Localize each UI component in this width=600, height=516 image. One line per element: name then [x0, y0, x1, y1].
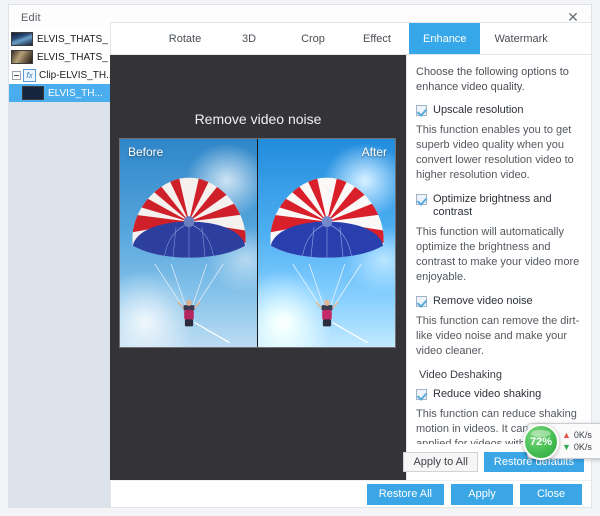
dialog-button-bar: Restore All Apply Close: [110, 480, 592, 508]
download-speed-row: ▼ 0K/s: [562, 442, 592, 453]
upscale-resolution-description: This function enables you to get superb …: [416, 123, 582, 183]
media-tree-panel[interactable]: ELVIS_THATS_ ELVIS_THATS_ fx Clip-ELVIS_…: [8, 30, 118, 508]
tree-item-video-2[interactable]: ELVIS_THATS_: [9, 48, 117, 66]
tab-3d[interactable]: 3D: [217, 23, 281, 54]
tree-item-label: Clip-ELVIS_TH..: [39, 70, 112, 81]
speed-rows: ▲ 0K/s ▼ 0K/s: [562, 430, 592, 453]
tree-item-clip-child[interactable]: ELVIS_TH...: [9, 84, 117, 102]
checkbox-label: Optimize brightness and contrast: [433, 193, 582, 219]
edit-tabs: Rotate 3D Crop Effect Enhance Watermark: [110, 22, 592, 55]
arrow-up-icon: ▲: [562, 431, 571, 440]
checkbox-checked-icon[interactable]: [416, 296, 427, 307]
parachute-canopy: [130, 174, 248, 266]
before-preview[interactable]: Before: [120, 139, 257, 347]
tab-watermark[interactable]: Watermark: [480, 23, 561, 54]
tree-item-label: ELVIS_THATS_: [37, 34, 108, 45]
checkbox-remove-video-noise[interactable]: Remove video noise: [416, 295, 582, 308]
tree-item-clip-group[interactable]: fx Clip-ELVIS_TH..: [9, 66, 117, 84]
parasailer-rig: [285, 264, 367, 343]
tab-rotate[interactable]: Rotate: [153, 23, 217, 54]
checkbox-checked-icon[interactable]: [416, 389, 427, 400]
checkbox-label: Reduce video shaking: [433, 388, 541, 401]
options-intro-text: Choose the following options to enhance …: [416, 65, 582, 95]
remove-noise-description: This function can remove the dirt-like v…: [416, 314, 582, 359]
tab-enhance[interactable]: Enhance: [409, 23, 480, 54]
apply-to-all-button[interactable]: Apply to All: [403, 452, 477, 472]
parachute-canopy: [268, 174, 386, 266]
checkbox-checked-icon[interactable]: [416, 194, 427, 205]
after-label: After: [362, 145, 387, 159]
optimize-brightness-description: This function will automatically optimiz…: [416, 225, 582, 285]
preview-title: Remove video noise: [110, 111, 406, 127]
video-deshaking-heading: Video Deshaking: [419, 369, 582, 381]
before-after-comparison: Before: [119, 138, 396, 348]
arrow-down-icon: ▼: [562, 443, 571, 452]
edit-dialog: Edit ✕ ELVIS_THATS_ ELVIS_THATS_ fx Clip…: [0, 0, 600, 516]
checkbox-label: Upscale resolution: [433, 104, 524, 117]
tree-item-label: ELVIS_TH...: [48, 88, 103, 99]
fx-icon: fx: [23, 69, 36, 82]
progress-percent-badge[interactable]: 72%: [523, 424, 559, 460]
apply-button[interactable]: Apply: [451, 484, 513, 505]
checkbox-optimize-brightness-contrast[interactable]: Optimize brightness and contrast: [416, 193, 582, 219]
checkbox-checked-icon[interactable]: [416, 105, 427, 116]
tab-crop[interactable]: Crop: [281, 23, 345, 54]
tree-item-label: ELVIS_THATS_: [37, 52, 108, 63]
parasailer-rig: [147, 264, 229, 343]
checkbox-label: Remove video noise: [433, 295, 533, 308]
close-button[interactable]: Close: [520, 484, 582, 505]
checkbox-upscale-resolution[interactable]: Upscale resolution: [416, 104, 582, 117]
download-rate: 0K/s: [574, 442, 592, 453]
preview-stage: Remove video noise: [110, 55, 406, 480]
tree-item-video-1[interactable]: ELVIS_THATS_: [9, 30, 117, 48]
checkbox-reduce-video-shaking[interactable]: Reduce video shaking: [416, 388, 582, 401]
after-preview[interactable]: After: [257, 139, 395, 347]
before-label: Before: [128, 145, 163, 159]
upload-speed-row: ▲ 0K/s: [562, 430, 592, 441]
upload-rate: 0K/s: [574, 430, 592, 441]
window-title: Edit: [9, 12, 41, 24]
media-tree-list: ELVIS_THATS_ ELVIS_THATS_ fx Clip-ELVIS_…: [9, 30, 117, 102]
collapse-minus-icon[interactable]: [11, 70, 22, 81]
tab-effect[interactable]: Effect: [345, 23, 409, 54]
video-thumbnail-icon: [11, 50, 33, 64]
restore-all-button[interactable]: Restore All: [367, 484, 444, 505]
video-thumbnail-icon: [11, 32, 33, 46]
enhance-options-panel: Choose the following options to enhance …: [406, 55, 592, 480]
video-thumbnail-icon: [22, 86, 44, 100]
